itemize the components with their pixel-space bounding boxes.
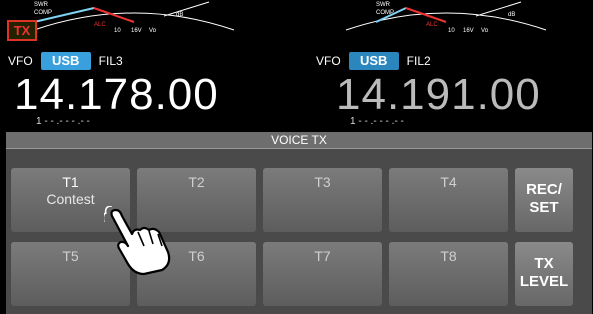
left-mode-button[interactable]: USB bbox=[40, 52, 91, 70]
left-filter-label[interactable]: FIL3 bbox=[99, 54, 123, 68]
key-t8[interactable]: T8 bbox=[389, 242, 508, 306]
left-vfo-row: VFO USB FIL3 bbox=[8, 52, 123, 70]
left-meter-vd: Vᴅ bbox=[149, 28, 157, 34]
left-sub-readout: 1 - - .- - - .- - bbox=[36, 116, 90, 127]
right-meter: SWR COMP ALC 10 16V Vᴅ dB bbox=[336, 0, 556, 34]
key-t3[interactable]: T3 bbox=[263, 168, 382, 232]
key-t3-label: T3 bbox=[314, 174, 331, 190]
rec-set-button[interactable]: REC/ SET bbox=[515, 168, 573, 232]
right-meter-db: dB bbox=[508, 12, 515, 18]
left-vfo-label: VFO bbox=[8, 54, 33, 68]
right-vfo-row: VFO USB FIL2 bbox=[316, 52, 431, 70]
key-t7-label: T7 bbox=[314, 248, 331, 264]
touch-hand-icon bbox=[102, 205, 176, 276]
key-t4[interactable]: T4 bbox=[389, 168, 508, 232]
left-meter-alc: ALC bbox=[94, 22, 106, 28]
key-t4-label: T4 bbox=[440, 174, 457, 190]
right-vfo-label: VFO bbox=[316, 54, 341, 68]
key-t1-label: T1 bbox=[62, 174, 79, 190]
left-meter-swr: SWR bbox=[34, 2, 49, 8]
left-frequency[interactable]: 14.178.00 bbox=[14, 70, 219, 120]
right-sub-readout: 1 - - .- - - .- - bbox=[350, 116, 404, 127]
right-meter-swr: SWR bbox=[376, 2, 391, 8]
key-t5-label: T5 bbox=[62, 248, 79, 264]
key-t7[interactable]: T7 bbox=[263, 242, 382, 306]
key-t6-label: T6 bbox=[188, 248, 205, 264]
voice-tx-panel: VOICE TX T1 Contest T2 T3 T4 T5 T6 T7 T8… bbox=[6, 132, 592, 314]
rec-set-line1: REC/ bbox=[526, 181, 562, 198]
right-meter-comp: COMP bbox=[376, 10, 394, 16]
right-frequency[interactable]: 14.191.00 bbox=[336, 70, 541, 120]
rec-set-line2: SET bbox=[529, 199, 559, 216]
right-meter-vd: Vᴅ bbox=[481, 28, 489, 34]
right-meter-alc: ALC bbox=[426, 22, 438, 28]
left-meter-comp: COMP bbox=[34, 10, 52, 16]
right-filter-label[interactable]: FIL2 bbox=[407, 54, 431, 68]
right-meter-10: 10 bbox=[448, 28, 455, 34]
left-meter-16v: 16V bbox=[131, 28, 142, 34]
key-t2-label: T2 bbox=[188, 174, 205, 190]
tx-level-line2: LEVEL bbox=[519, 273, 569, 290]
right-meter-16v: 16V bbox=[463, 28, 474, 34]
key-t8-label: T8 bbox=[440, 248, 457, 264]
left-meter: SWR COMP ALC 10 16V Vᴅ dB bbox=[24, 0, 244, 34]
left-meter-10: 10 bbox=[114, 28, 121, 34]
tx-level-line1: TX bbox=[534, 255, 554, 272]
left-meter-db: dB bbox=[176, 12, 183, 18]
tx-level-button[interactable]: TX LEVEL bbox=[515, 242, 573, 306]
right-mode-button[interactable]: USB bbox=[348, 52, 399, 70]
tx-indicator: TX bbox=[7, 20, 37, 41]
panel-title: VOICE TX bbox=[6, 132, 592, 149]
key-t1-sublabel: Contest bbox=[46, 191, 95, 207]
